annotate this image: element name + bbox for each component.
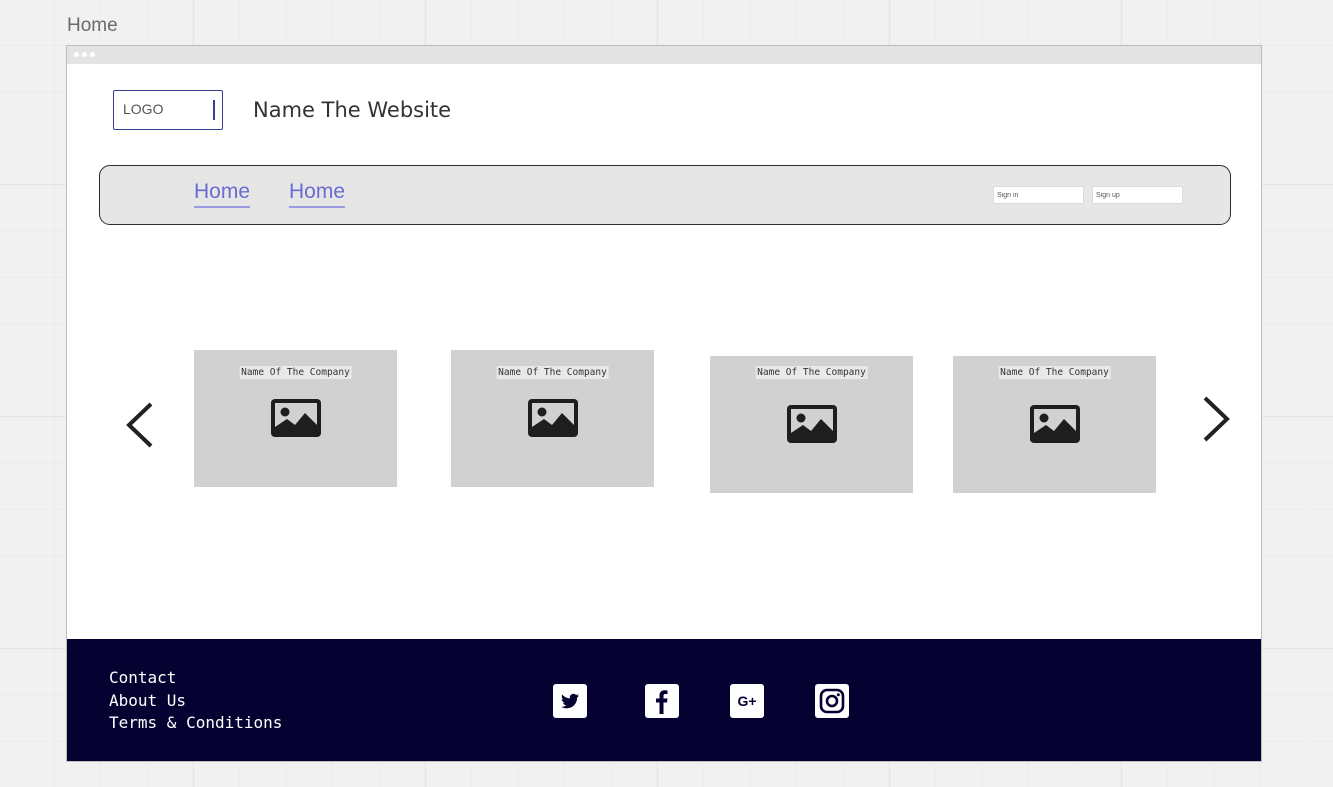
footer: Contact About Us Terms & Conditions G+ (67, 639, 1261, 761)
instagram-icon (819, 688, 845, 714)
window-dot (90, 52, 95, 57)
chevron-left-icon (126, 402, 153, 448)
sign-up-input[interactable] (1092, 186, 1183, 204)
site-name: Name The Website (253, 98, 452, 122)
nav-link-home[interactable]: Home (194, 180, 251, 208)
nav-link-home-2[interactable]: Home (289, 180, 346, 208)
footer-link-about-us[interactable]: About Us (109, 691, 186, 710)
card-title: Name Of The Company (998, 366, 1111, 379)
logo-text: LOGO (123, 101, 164, 117)
page-label: Home (67, 15, 118, 36)
card-title: Name Of The Company (239, 366, 352, 379)
twitter-icon (561, 693, 579, 709)
card-title: Name Of The Company (496, 366, 609, 379)
company-card[interactable]: Name Of The Company (194, 350, 397, 487)
image-icon (271, 399, 321, 437)
google-plus-icon: G+ (737, 693, 756, 709)
twitter-button[interactable] (553, 684, 587, 718)
sign-in-input[interactable] (993, 186, 1084, 204)
carousel-next-button[interactable] (1199, 395, 1233, 448)
window-dot (82, 52, 87, 57)
svg-text:G+: G+ (737, 693, 756, 709)
navbar: Home Home (99, 165, 1231, 225)
carousel-prev-button[interactable] (123, 401, 157, 454)
image-icon (528, 399, 578, 437)
logo[interactable]: LOGO (113, 90, 223, 130)
image-icon (1030, 405, 1080, 443)
browser-frame: LOGO Name The Website Home Home Name Of … (66, 45, 1262, 762)
footer-link-contact[interactable]: Contact (109, 668, 176, 687)
facebook-icon (656, 690, 668, 714)
browser-title-bar (67, 46, 1261, 64)
footer-link-terms[interactable]: Terms & Conditions (109, 713, 282, 732)
image-icon (787, 405, 837, 443)
card-title: Name Of The Company (755, 366, 868, 379)
window-dot (74, 52, 79, 57)
company-card[interactable]: Name Of The Company (451, 350, 654, 487)
facebook-button[interactable] (645, 684, 679, 718)
chevron-right-icon (1203, 396, 1230, 442)
company-card[interactable]: Name Of The Company (953, 356, 1156, 493)
text-cursor (213, 100, 215, 120)
instagram-button[interactable] (815, 684, 849, 718)
google-plus-button[interactable]: G+ (730, 684, 764, 718)
company-card[interactable]: Name Of The Company (710, 356, 913, 493)
